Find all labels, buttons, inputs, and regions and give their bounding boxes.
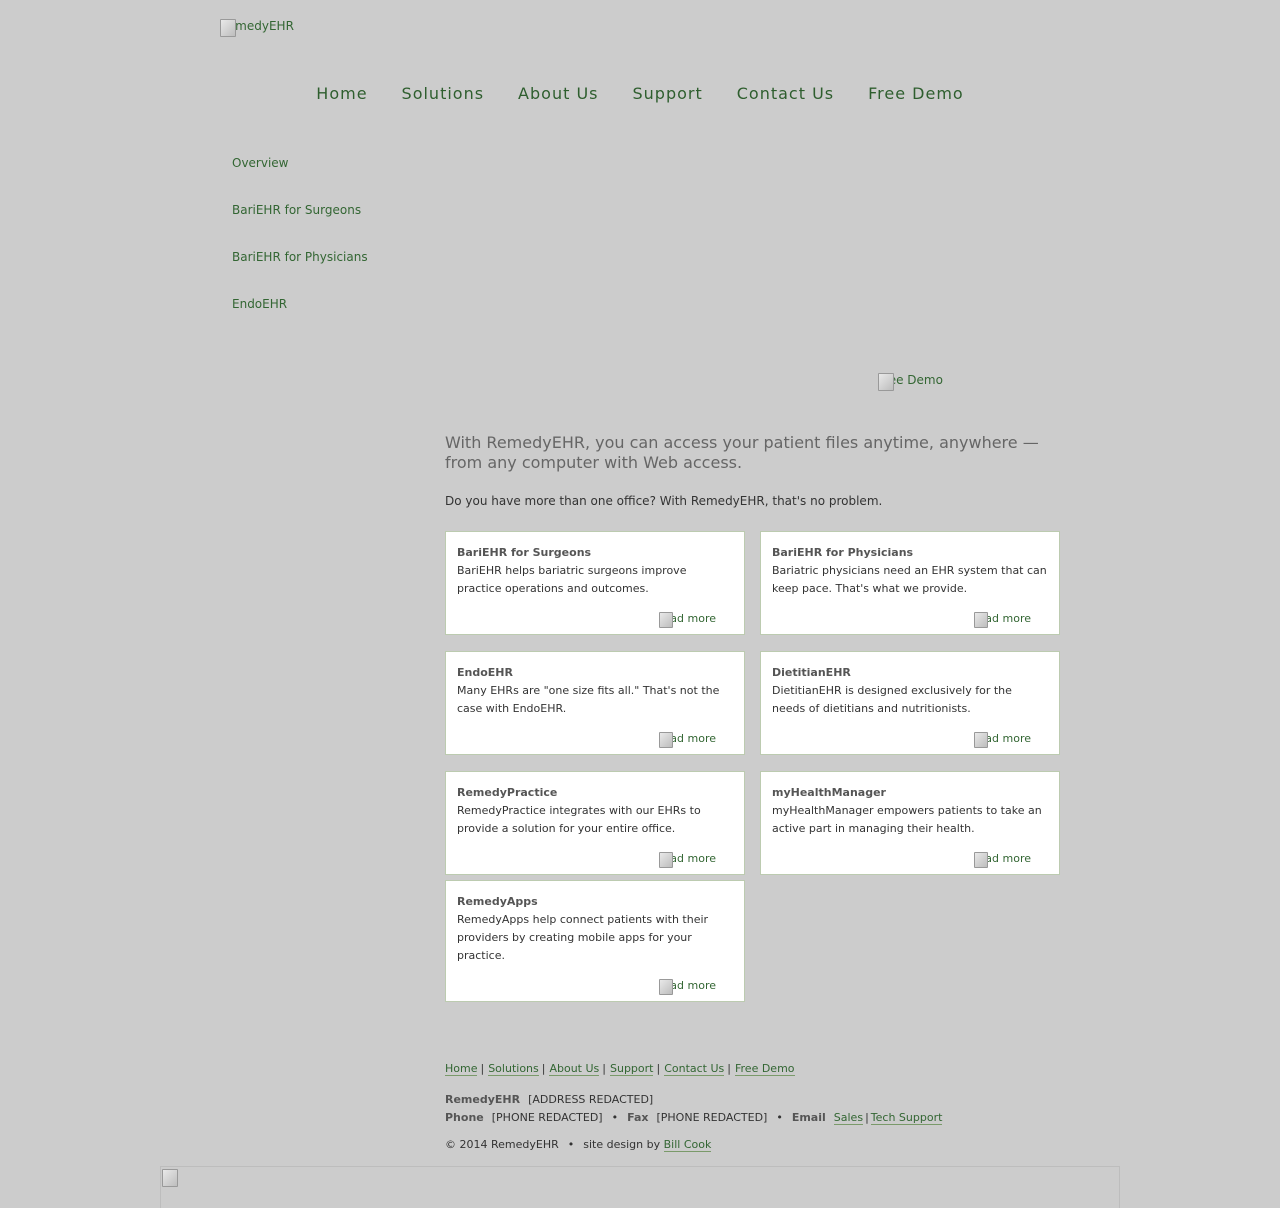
email-tech-support-link[interactable]: Tech Support (870, 1111, 943, 1125)
bullet: • (567, 1138, 575, 1151)
card-bariehr-surgeons: BariEHR for Surgeons BariEHR helps baria… (445, 531, 745, 635)
separator: | (480, 1062, 485, 1075)
nav-about-us[interactable]: About Us (518, 83, 598, 105)
footer-link-solutions[interactable]: Solutions (488, 1062, 539, 1076)
main-content: With RemedyEHR, you can access your pati… (445, 433, 1061, 510)
separator: | (541, 1062, 546, 1075)
card-bariehr-physicians: BariEHR for Physicians Bariatric physici… (760, 531, 1060, 635)
separator: | (602, 1062, 606, 1075)
bullet: • (611, 1111, 619, 1124)
designer-link[interactable]: Bill Cook (663, 1138, 712, 1152)
fax-value: [PHONE REDACTED] (656, 1111, 768, 1124)
read-more-button[interactable]: read more (659, 611, 716, 628)
contact-info: RemedyEHR [ADDRESS REDACTED] Phone [PHONE … (445, 1091, 943, 1127)
card-text: DietitianEHR is designed exclusively for… (772, 684, 1012, 715)
card-endoehr: EndoEHR Many EHRs are "one size fits all… (445, 651, 745, 755)
read-more-button[interactable]: read more (974, 851, 1031, 868)
card-remedyapps: RemedyApps RemedyApps help connect patie… (445, 880, 745, 1002)
bullet: • (776, 1111, 783, 1124)
card-text: Many EHRs are "one size fits all." That'… (457, 684, 720, 715)
read-more-button[interactable]: read more (974, 731, 1031, 748)
email-label: Email (791, 1111, 826, 1124)
read-more-button[interactable]: read more (659, 978, 716, 995)
footer-link-about-us[interactable]: About Us (549, 1062, 600, 1076)
separator: | (865, 1111, 869, 1124)
free-demo-banner[interactable]: Free Demo (878, 373, 943, 391)
read-more-button[interactable]: read more (974, 611, 1031, 628)
separator: | (656, 1062, 661, 1075)
nav-solutions[interactable]: Solutions (402, 83, 485, 105)
card-myhealthmanager: myHealthManager myHealthManager empowers… (760, 771, 1060, 875)
footer-nav: Home | Solutions | About Us | Support | Contact … (445, 1062, 795, 1076)
sidebar-item-overview[interactable]: Overview (232, 154, 368, 201)
card-text: RemedyPractice integrates with our EHRs … (457, 804, 701, 835)
copyright-text: © 2014 RemedyEHR (445, 1138, 559, 1151)
card-remedypractice: RemedyPractice RemedyPractice integrates… (445, 771, 745, 875)
nav-free-demo[interactable]: Free Demo (868, 83, 964, 105)
sidebar-nav: Overview BariEHR for Surgeons BariEHR fo… (232, 154, 368, 342)
company-address: [ADDRESS REDACTED] (528, 1093, 654, 1106)
footer-link-free-demo[interactable]: Free Demo (735, 1062, 795, 1076)
lead-text: With RemedyEHR, you can access your pati… (445, 433, 1039, 472)
card-title: DietitianEHR (772, 666, 851, 679)
card-dietitianehr: DietitianEHR DietitianEHR is designed ex… (760, 651, 1060, 755)
card-text: myHealthManager empowers patients to tak… (772, 804, 1042, 835)
logo-link[interactable]: RemedyEHR (220, 19, 294, 37)
nav-home[interactable]: Home (316, 83, 367, 105)
sidebar-item-bariehr-surgeons[interactable]: BariEHR for Surgeons (232, 201, 368, 248)
separator: | (727, 1062, 731, 1075)
email-sales-link[interactable]: Sales (833, 1111, 864, 1125)
bottom-banner (160, 1166, 1120, 1208)
phone-value: [PHONE REDACTED] (491, 1111, 603, 1124)
read-more-button[interactable]: read more (659, 851, 716, 868)
read-more-button[interactable]: read more (659, 731, 716, 748)
card-text: RemedyApps help connect patients with th… (457, 913, 709, 962)
footer-link-support[interactable]: Support (610, 1062, 654, 1076)
card-title: RemedyApps (457, 895, 538, 908)
company-name: RemedyEHR (445, 1093, 521, 1106)
footer-link-home[interactable]: Home (445, 1062, 478, 1076)
copyright: © 2014 RemedyEHR • site design by Bill Coo… (445, 1138, 712, 1152)
design-credit-text: site design by (583, 1138, 661, 1151)
card-title: EndoEHR (457, 666, 513, 679)
card-text: BariEHR helps bariatric surgeons improve… (457, 564, 687, 595)
footer-link-contact-us[interactable]: Contact Us (664, 1062, 725, 1076)
intro-text: Do you have more than one office? With R… (445, 494, 883, 508)
nav-support[interactable]: Support (632, 83, 702, 105)
card-title: BariEHR for Surgeons (457, 546, 592, 559)
card-title: BariEHR for Physicians (772, 546, 914, 559)
phone-label: Phone (445, 1111, 484, 1124)
fax-label: Fax (627, 1111, 649, 1124)
card-title: RemedyPractice (457, 786, 558, 799)
card-title: myHealthManager (772, 786, 886, 799)
card-text: Bariatric physicians need an EHR system … (772, 564, 1047, 595)
product-cards: BariEHR for Surgeons BariEHR helps baria… (445, 531, 1061, 1018)
nav-contact-us[interactable]: Contact Us (737, 83, 834, 105)
main-nav: Home Solutions About Us Support Contact … (0, 83, 1280, 105)
sidebar-item-bariehr-physicians[interactable]: BariEHR for Physicians (232, 248, 368, 295)
sidebar-item-endoehr[interactable]: EndoEHR (232, 295, 368, 342)
